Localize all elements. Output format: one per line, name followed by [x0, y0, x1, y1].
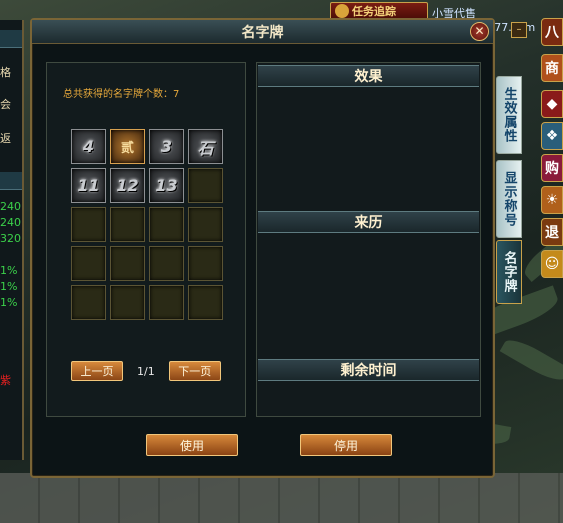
nameplate-slot[interactable]: 3: [149, 129, 184, 164]
minimize-button[interactable]: –: [511, 22, 527, 38]
nameplate-slot-empty[interactable]: [188, 246, 223, 281]
nameplate-slot[interactable]: 石: [188, 129, 223, 164]
window-titlebar[interactable]: 名字牌: [32, 20, 493, 44]
pagination: 上一页 1/1 下一页: [71, 361, 221, 381]
nameplate-count: 总共获得的名字牌个数：7: [63, 89, 180, 100]
left-stat: 1%: [0, 296, 18, 309]
remaining-time-header: 剩余时间: [258, 359, 479, 381]
nameplate-slot-empty[interactable]: [149, 285, 184, 320]
quick-function-button[interactable]: ◆: [541, 90, 563, 118]
close-button[interactable]: ✕: [470, 22, 489, 41]
panel-header: [0, 30, 22, 48]
quest-tracking-label: 任务追踪: [352, 5, 396, 18]
scroll-icon: [335, 4, 349, 18]
nameplate-slot-empty[interactable]: [188, 285, 223, 320]
origin-header: 来历: [258, 211, 479, 233]
quick-function-button[interactable]: ❖: [541, 122, 563, 150]
left-row: 格: [0, 66, 11, 79]
nameplate-window: 名字牌 ✕ 总共获得的名字牌个数：7 4 贰 3 石 11 12 13 上一页 1/1 下一…: [30, 18, 495, 478]
left-stat: 1%: [0, 280, 18, 293]
nameplate-slot[interactable]: 12: [110, 168, 145, 203]
nameplate-slot[interactable]: 贰: [110, 129, 145, 164]
nameplate-grid: 4 贰 3 石 11 12 13: [71, 129, 223, 320]
nameplate-slot-empty[interactable]: [110, 207, 145, 242]
nameplate-slot-empty[interactable]: [188, 168, 223, 203]
quick-function-button[interactable]: ☀: [541, 186, 563, 214]
close-icon: ✕: [474, 24, 485, 38]
left-row: 紫: [0, 374, 11, 387]
nameplate-slot-empty[interactable]: [71, 246, 106, 281]
left-stat: 240: [0, 216, 21, 229]
left-row: 返: [0, 132, 11, 145]
nameplate-slot[interactable]: 11: [71, 168, 106, 203]
quick-function-button[interactable]: ☺: [541, 250, 563, 278]
prev-page-button[interactable]: 上一页: [71, 361, 123, 381]
nameplate-list-panel: 总共获得的名字牌个数：7 4 贰 3 石 11 12 13 上一页 1/1 下一页: [46, 62, 246, 417]
next-page-button[interactable]: 下一页: [168, 361, 221, 381]
quick-function-button[interactable]: 八: [541, 18, 563, 46]
nameplate-detail-panel: 效果 来历 剩余时间: [256, 62, 481, 417]
nameplate-slot-empty[interactable]: [149, 207, 184, 242]
panel-header: [0, 172, 22, 190]
left-row: 会: [0, 98, 11, 111]
tab-nameplate[interactable]: 名字牌: [496, 240, 522, 304]
quick-function-button[interactable]: 商: [541, 54, 563, 82]
nameplate-slot[interactable]: 13: [149, 168, 184, 203]
nameplate-slot-empty[interactable]: [110, 285, 145, 320]
disable-button[interactable]: 停用: [300, 434, 392, 456]
effect-header: 效果: [258, 65, 479, 87]
nameplate-slot-empty[interactable]: [149, 246, 184, 281]
quick-function-button[interactable]: 退: [541, 218, 563, 246]
use-button[interactable]: 使用: [146, 434, 238, 456]
quick-function-button[interactable]: 购: [541, 154, 563, 182]
nameplate-slot-empty[interactable]: [188, 207, 223, 242]
tab-effect-attributes[interactable]: 生效属性: [496, 76, 522, 154]
window-title: 名字牌: [241, 24, 284, 41]
tab-display-title[interactable]: 显示称号: [496, 160, 522, 238]
left-stat: 240: [0, 200, 21, 213]
nameplate-slot-empty[interactable]: [110, 246, 145, 281]
nameplate-slot[interactable]: 4: [71, 129, 106, 164]
left-stat: 320: [0, 232, 21, 245]
page-indicator: 1/1: [137, 364, 155, 378]
left-partial-panel: 格 会 返 240 240 320 1% 1% 1% 紫: [0, 20, 24, 460]
nameplate-slot-empty[interactable]: [71, 207, 106, 242]
nameplate-slot-empty[interactable]: [71, 285, 106, 320]
left-stat: 1%: [0, 264, 18, 277]
